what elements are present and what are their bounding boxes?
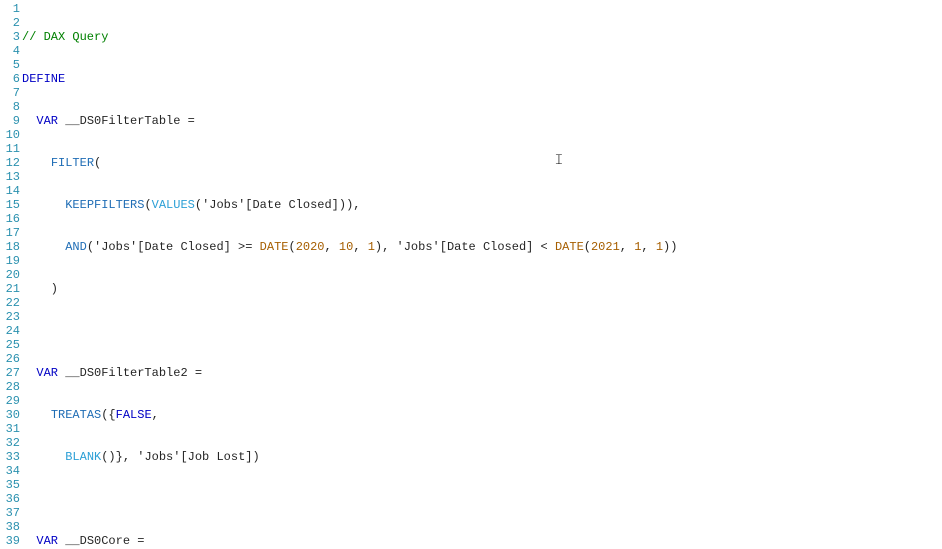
code-editor[interactable]: 1234567891011121314151617181920212223242… bbox=[0, 0, 942, 549]
fn-and: AND bbox=[65, 240, 87, 254]
line-number: 14 bbox=[0, 184, 20, 198]
line-number: 1 bbox=[0, 2, 20, 16]
line-number: 23 bbox=[0, 310, 20, 324]
line-number: 29 bbox=[0, 394, 20, 408]
line-number: 39 bbox=[0, 534, 20, 548]
num-10: 10 bbox=[339, 240, 353, 254]
col-jobs-dateclosed: 'Jobs'[Date Closed] bbox=[397, 240, 534, 254]
kw-var: VAR bbox=[36, 366, 58, 380]
line-number: 31 bbox=[0, 422, 20, 436]
var-ds0filter2: __DS0FilterTable2 bbox=[65, 366, 187, 380]
line-number: 7 bbox=[0, 86, 20, 100]
line-number: 28 bbox=[0, 380, 20, 394]
line-number: 32 bbox=[0, 436, 20, 450]
line-number: 20 bbox=[0, 268, 20, 282]
col-jobs-joblost: 'Jobs'[Job Lost] bbox=[137, 450, 252, 464]
line-number: 10 bbox=[0, 128, 20, 142]
line-number: 4 bbox=[0, 44, 20, 58]
num-2020: 2020 bbox=[296, 240, 325, 254]
num-2021: 2021 bbox=[591, 240, 620, 254]
line-number: 34 bbox=[0, 464, 20, 478]
line-number: 15 bbox=[0, 198, 20, 212]
comment-line: // DAX Query bbox=[22, 30, 108, 44]
line-number: 17 bbox=[0, 226, 20, 240]
col-jobs-dateclosed: 'Jobs'[Date Closed] bbox=[94, 240, 231, 254]
fn-keepfilters: KEEPFILTERS bbox=[65, 198, 144, 212]
line-number: 33 bbox=[0, 450, 20, 464]
kw-var: VAR bbox=[36, 114, 58, 128]
kw-false: FALSE bbox=[116, 408, 152, 422]
line-number: 8 bbox=[0, 100, 20, 114]
kw-var: VAR bbox=[36, 534, 58, 548]
line-number: 9 bbox=[0, 114, 20, 128]
line-number-gutter: 1234567891011121314151617181920212223242… bbox=[0, 0, 20, 549]
line-number: 19 bbox=[0, 254, 20, 268]
line-number: 30 bbox=[0, 408, 20, 422]
fn-date: DATE bbox=[260, 240, 289, 254]
fn-date: DATE bbox=[555, 240, 584, 254]
line-number: 36 bbox=[0, 492, 20, 506]
line-number: 38 bbox=[0, 520, 20, 534]
line-number: 12 bbox=[0, 156, 20, 170]
line-number: 18 bbox=[0, 240, 20, 254]
line-number: 26 bbox=[0, 352, 20, 366]
line-number: 2 bbox=[0, 16, 20, 30]
line-number: 13 bbox=[0, 170, 20, 184]
line-number: 25 bbox=[0, 338, 20, 352]
line-number: 27 bbox=[0, 366, 20, 380]
var-ds0core: __DS0Core bbox=[65, 534, 130, 548]
line-number: 11 bbox=[0, 142, 20, 156]
fn-treatas: TREATAS bbox=[51, 408, 101, 422]
line-number: 22 bbox=[0, 296, 20, 310]
num-1: 1 bbox=[368, 240, 375, 254]
code-area[interactable]: // DAX Query DEFINE VAR __DS0FilterTable… bbox=[20, 0, 677, 549]
var-ds0filter: __DS0FilterTable bbox=[65, 114, 180, 128]
fn-values: VALUES bbox=[152, 198, 195, 212]
line-number: 6 bbox=[0, 72, 20, 86]
fn-blank: BLANK bbox=[65, 450, 101, 464]
col-jobs-dateclosed: 'Jobs'[Date Closed] bbox=[202, 198, 339, 212]
num-1: 1 bbox=[656, 240, 663, 254]
line-number: 35 bbox=[0, 478, 20, 492]
kw-define: DEFINE bbox=[22, 72, 65, 86]
line-number: 3 bbox=[0, 30, 20, 44]
line-number: 5 bbox=[0, 58, 20, 72]
line-number: 24 bbox=[0, 324, 20, 338]
fn-filter: FILTER bbox=[51, 156, 94, 170]
line-number: 21 bbox=[0, 282, 20, 296]
line-number: 37 bbox=[0, 506, 20, 520]
num-1: 1 bbox=[634, 240, 641, 254]
line-number: 16 bbox=[0, 212, 20, 226]
